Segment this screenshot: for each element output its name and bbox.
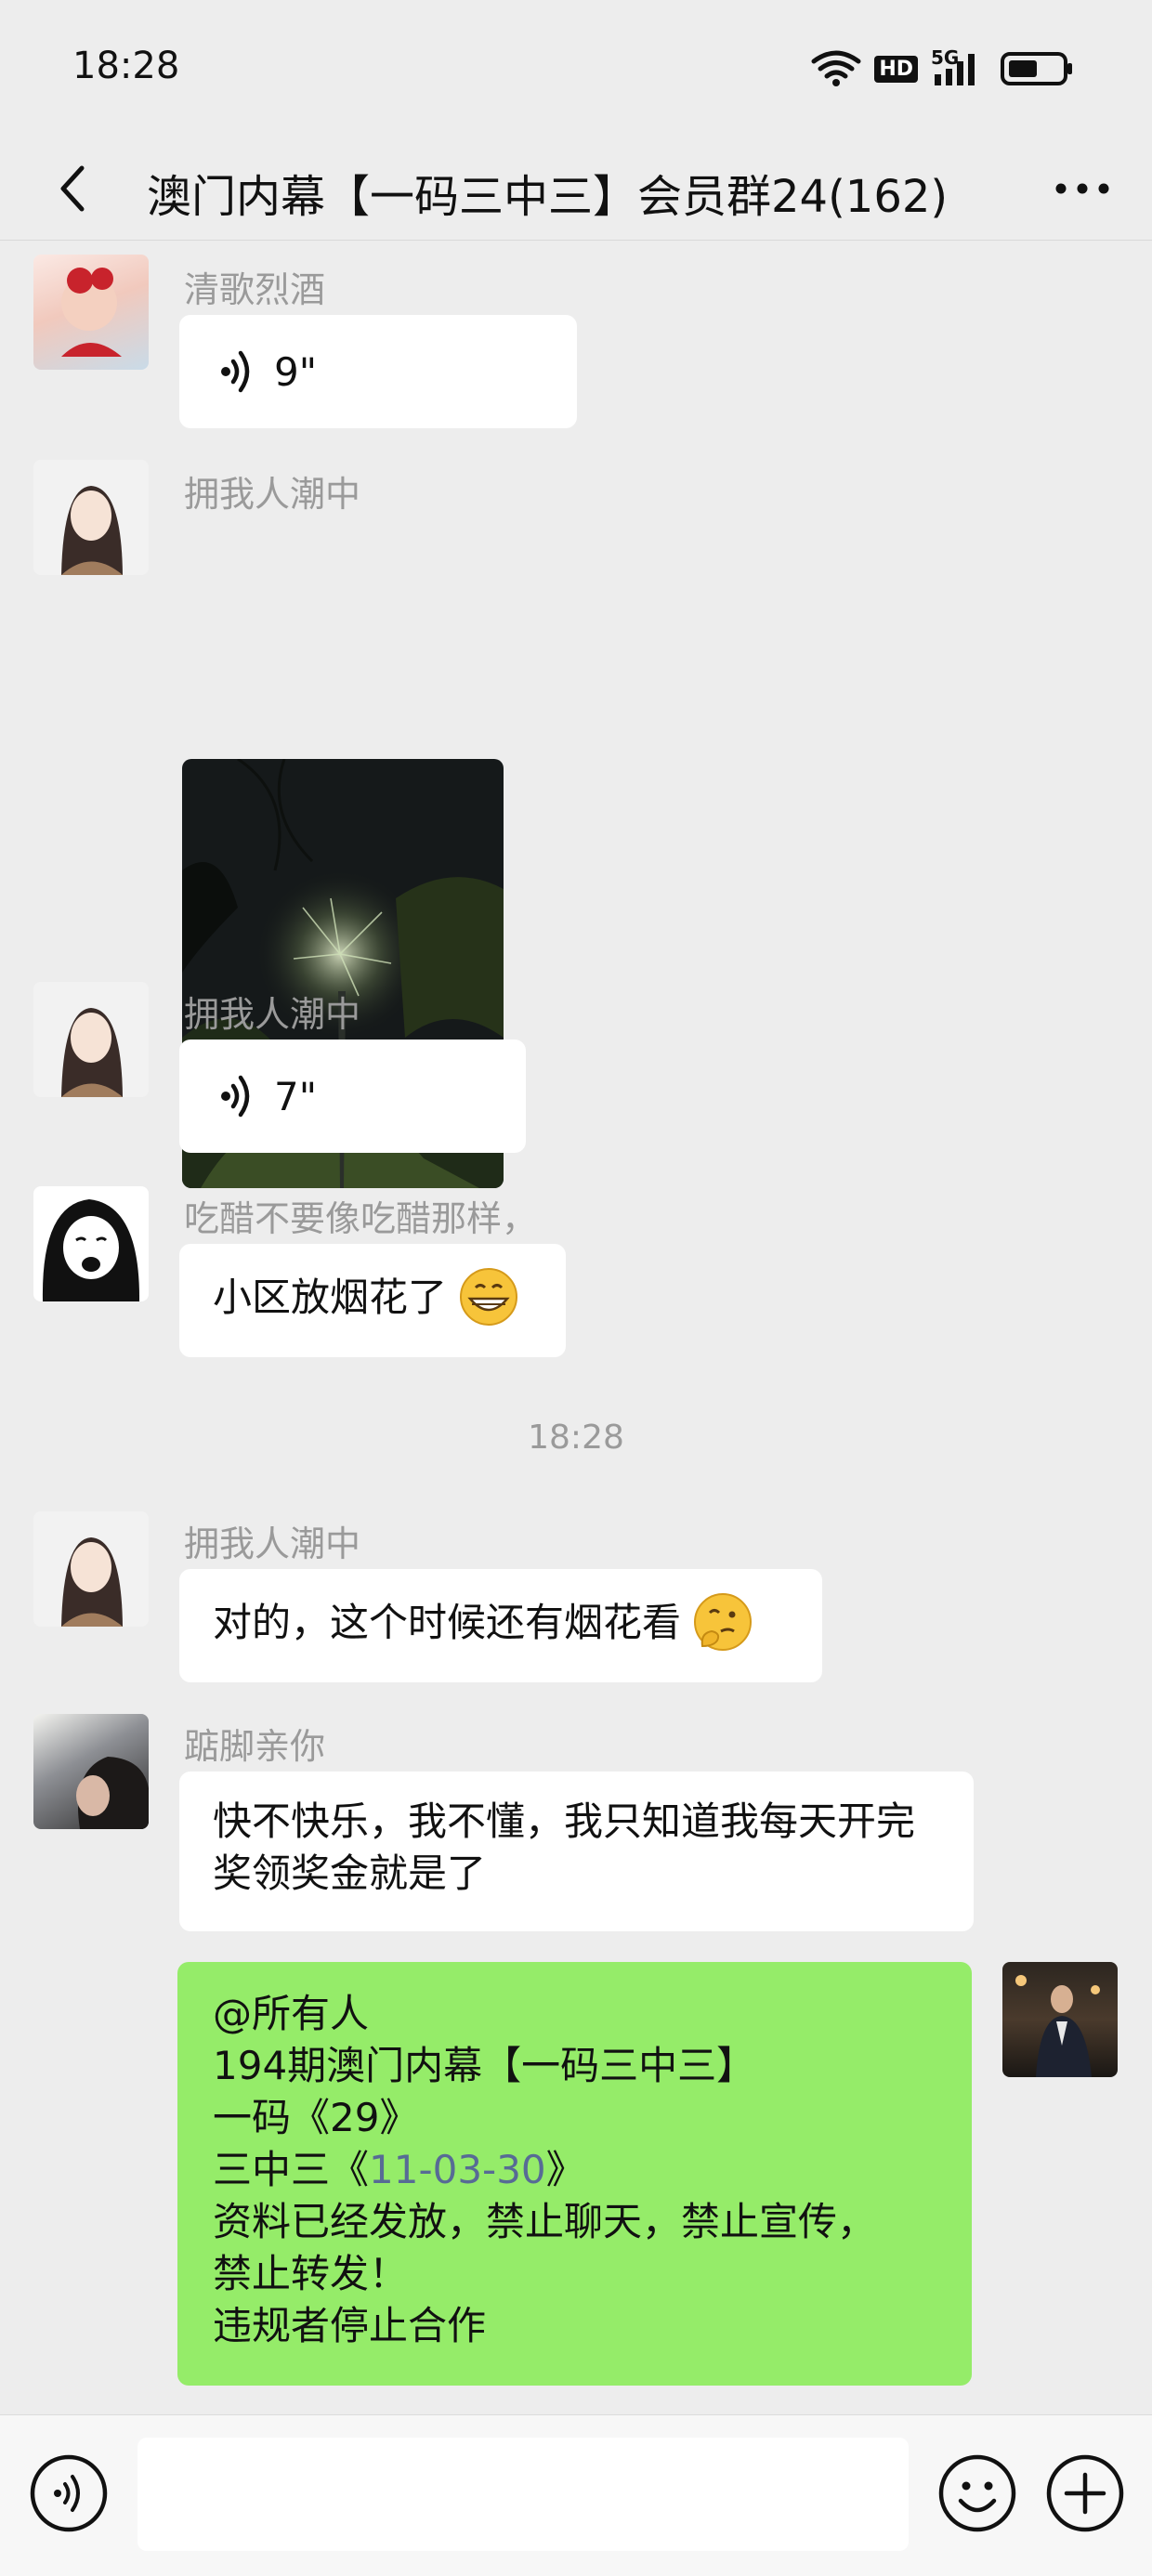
message-line: 违规者停止合作 (213, 2303, 487, 2348)
voice-wave-icon (221, 1075, 250, 1118)
my-avatar[interactable] (1002, 1962, 1118, 2077)
chevron-left-icon (60, 165, 85, 212)
chat-area[interactable]: 清歌烈酒 9" 拥我人潮中 拥我人潮中 7" 吃醋不要像吃醋那样， 小区放烟花了… (0, 241, 1152, 2414)
avatar[interactable] (33, 982, 149, 1097)
text-message-bubble[interactable]: 小区放烟花了 (179, 1244, 566, 1357)
number-link[interactable]: 11-03-30 (369, 2147, 546, 2192)
message-text-suffix: 》 (545, 2147, 585, 2192)
wifi-icon (811, 50, 861, 86)
status-bar: 18:28 HD 5G (0, 0, 1152, 139)
sender-name: 吃醋不要像吃醋那样， (184, 1198, 538, 1239)
voice-duration: 9" (274, 348, 318, 395)
message-line: @所有人 (213, 1991, 370, 2036)
avatar[interactable] (33, 1714, 149, 1829)
message-text: 小区放烟花了 (213, 1275, 448, 1320)
message-input[interactable] (137, 2438, 909, 2551)
sender-name: 拥我人潮中 (184, 994, 361, 1035)
voice-duration: 7" (274, 1073, 318, 1119)
back-button[interactable] (35, 147, 110, 230)
text-message-bubble[interactable]: 快不快乐，我不懂，我只知道我每天开完奖领奖金就是了 (179, 1772, 974, 1931)
voice-input-button[interactable] (28, 2452, 110, 2534)
status-time: 18:28 (72, 45, 180, 87)
page-title: 澳门内幕【一码三中三】会员群24(162) (147, 171, 949, 223)
status-icons: HD 5G (811, 46, 1074, 91)
avatar[interactable] (33, 1511, 149, 1627)
message-text: 对的，这个时候还有烟花看 (213, 1600, 682, 1645)
network-type-label: 5G (931, 46, 960, 69)
sender-name: 拥我人潮中 (184, 1523, 361, 1564)
grinning-emoji-icon (460, 1267, 518, 1326)
message-line: 禁止转发！ (213, 2251, 409, 2296)
more-button[interactable] (1041, 147, 1124, 230)
more-dots-icon (1055, 183, 1109, 194)
plus-icon (1046, 2454, 1124, 2532)
emoji-button[interactable] (936, 2452, 1018, 2534)
hd-badge-icon: HD (874, 55, 918, 83)
avatar[interactable] (33, 255, 149, 370)
message-line: 三中三《11-03-30》 (213, 2144, 944, 2196)
smiley-icon (938, 2454, 1016, 2532)
sender-name: 清歌烈酒 (184, 269, 326, 310)
signal-icon: 5G (931, 46, 987, 87)
chat-timestamp: 18:28 (528, 1419, 624, 1457)
message-line: 一码《29》 (213, 2095, 419, 2140)
sender-name: 踮脚亲你 (184, 1726, 326, 1767)
my-message-bubble[interactable]: @所有人 194期澳门内幕【一码三中三】 一码《29》 三中三《11-03-30… (177, 1962, 972, 2386)
thinking-emoji-icon (694, 1592, 753, 1651)
voice-mode-icon (30, 2454, 108, 2532)
voice-wave-icon (221, 350, 250, 393)
sender-name: 拥我人潮中 (184, 474, 361, 515)
battery-icon (1001, 52, 1072, 85)
chat-header: 澳门内幕【一码三中三】会员群24(162) (0, 139, 1152, 241)
more-actions-button[interactable] (1044, 2452, 1126, 2534)
input-bar (0, 2414, 1152, 2576)
message-line: 194期澳门内幕【一码三中三】 (213, 2043, 756, 2088)
message-text: 快不快乐，我不懂，我只知道我每天开完奖领奖金就是了 (213, 1798, 916, 1896)
avatar[interactable] (33, 1186, 149, 1301)
message-text-prefix: 三中三《 (213, 2147, 370, 2192)
voice-message-bubble[interactable]: 9" (179, 315, 577, 428)
message-line: 资料已经发放，禁止聊天，禁止宣传， (213, 2199, 877, 2244)
avatar[interactable] (33, 460, 149, 575)
text-message-bubble[interactable]: 对的，这个时候还有烟花看 (179, 1569, 822, 1682)
voice-message-bubble[interactable]: 7" (179, 1040, 526, 1153)
